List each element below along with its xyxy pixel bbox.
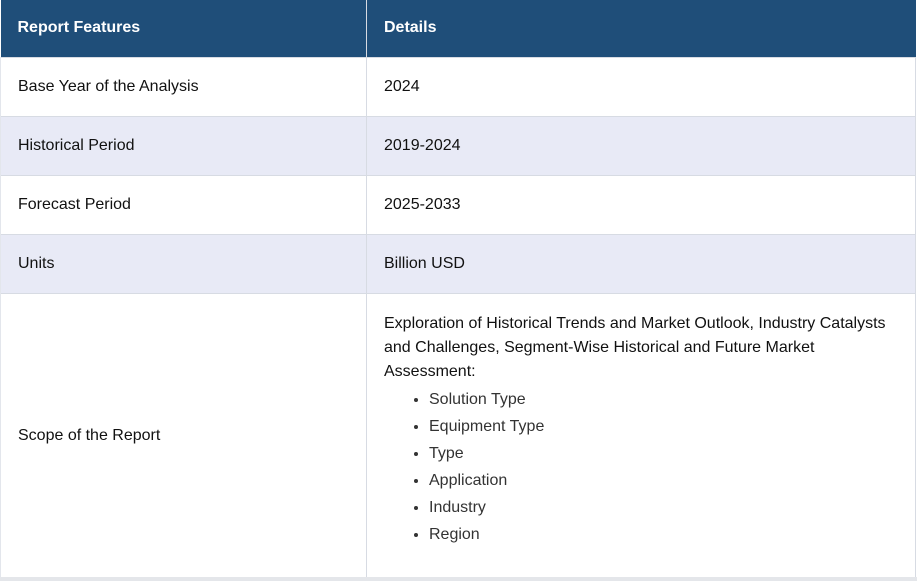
scope-description: Exploration of Historical Trends and Mar…: [384, 314, 886, 380]
list-item: Type: [429, 440, 898, 467]
list-item: Industry: [429, 494, 898, 521]
detail-cell: 2024: [366, 56, 916, 116]
list-item: Region: [429, 521, 898, 548]
bottom-divider: [0, 577, 917, 581]
feature-cell: Units: [0, 233, 367, 293]
header-report-features: Report Features: [0, 0, 367, 57]
list-item: Application: [429, 467, 898, 494]
detail-cell: 2019-2024: [366, 115, 916, 175]
header-details: Details: [366, 0, 916, 57]
report-features-table: Report Features Details Base Year of the…: [0, 0, 916, 579]
table-row: Historical Period 2019-2024: [0, 115, 916, 175]
table-row: Forecast Period 2025-2033: [0, 174, 916, 234]
list-item: Solution Type: [429, 386, 898, 413]
feature-cell: Historical Period: [0, 115, 367, 175]
scope-detail-cell: Exploration of Historical Trends and Mar…: [366, 292, 916, 579]
feature-cell: Forecast Period: [0, 174, 367, 234]
detail-cell: 2025-2033: [366, 174, 916, 234]
list-item: Equipment Type: [429, 413, 898, 440]
detail-cell: Billion USD: [366, 233, 916, 293]
table-row: Units Billion USD: [0, 233, 916, 293]
scope-row: Scope of the Report Exploration of Histo…: [0, 292, 916, 579]
table-row: Base Year of the Analysis 2024: [0, 56, 916, 116]
feature-cell: Base Year of the Analysis: [0, 56, 367, 116]
table-header-row: Report Features Details: [0, 0, 916, 57]
feature-cell: Scope of the Report: [0, 292, 367, 579]
scope-list: Solution Type Equipment Type Type Applic…: [384, 386, 898, 548]
